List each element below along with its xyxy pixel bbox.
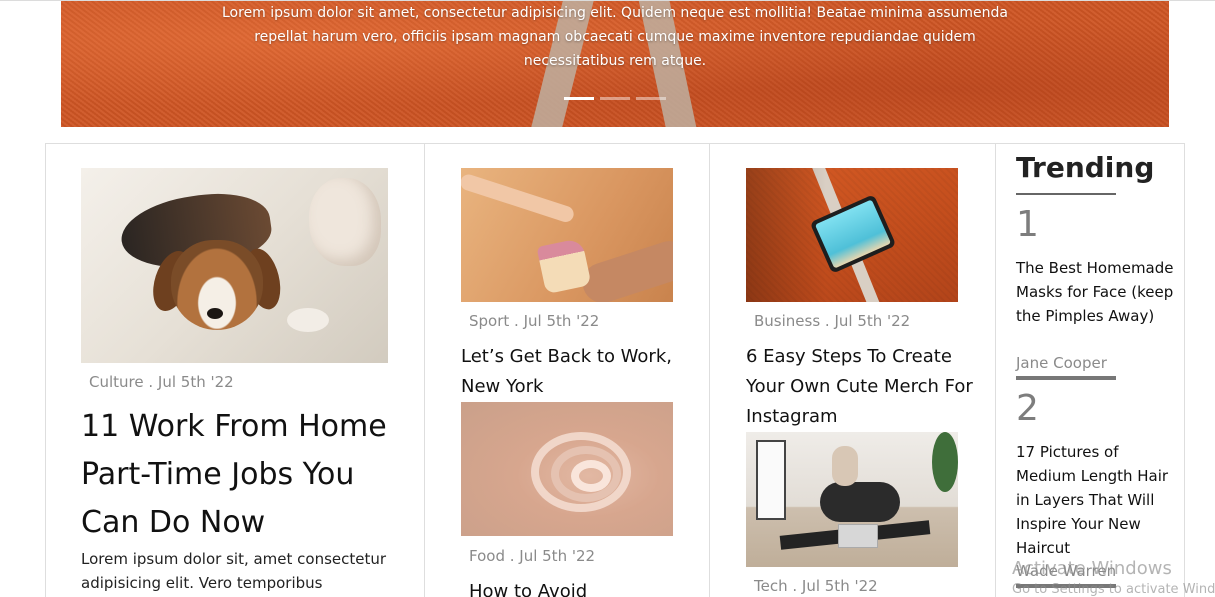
featured-post-image[interactable]	[81, 168, 388, 363]
post-meta-food: Food . Jul 5th '22	[469, 547, 596, 565]
slider-indicators	[564, 97, 666, 100]
slider-dot-3[interactable]	[636, 97, 666, 100]
post-image-business[interactable]	[746, 168, 958, 302]
trending-item-title[interactable]: 17 Pictures of Medium Length Hair in Lay…	[1016, 440, 1174, 560]
trending-heading-underline	[1016, 193, 1116, 195]
post-meta-business: Business . Jul 5th '22	[754, 312, 911, 330]
trending-item-title[interactable]: The Best Homemade Masks for Face (keep t…	[1016, 256, 1174, 328]
activate-windows-subtitle: Go to Settings to activate Windows.	[1012, 582, 1215, 597]
hero-caption: Lorem ipsum dolor sit amet, consectetur …	[222, 5, 1008, 69]
slider-dot-2[interactable]	[600, 97, 630, 100]
post-image-sport[interactable]	[461, 168, 673, 302]
grid-divider	[45, 143, 46, 597]
grid-divider	[995, 143, 996, 597]
post-meta-sport: Sport . Jul 5th '22	[469, 312, 600, 330]
post-title-sport[interactable]: Let’s Get Back to Work, New York	[461, 342, 681, 402]
trending-item-divider	[1016, 376, 1116, 380]
activate-windows-title: Activate Windows	[1012, 558, 1172, 579]
hero-slider[interactable]: Lorem ipsum dolor sit amet, consectetur …	[61, 1, 1169, 127]
trending-item-author[interactable]: Jane Cooper	[1016, 354, 1107, 372]
post-meta-tech: Tech . Jul 5th '22	[754, 577, 878, 595]
post-title-food[interactable]: How to Avoid	[469, 577, 689, 597]
post-title-business[interactable]: 6 Easy Steps To Create Your Own Cute Mer…	[746, 342, 976, 432]
post-image-tech[interactable]	[746, 432, 958, 567]
trending-heading: Trending	[1016, 151, 1155, 184]
grid-top-border	[45, 143, 1185, 144]
post-image-food[interactable]	[461, 402, 673, 536]
grid-divider	[424, 143, 425, 597]
featured-post-excerpt: Lorem ipsum dolor sit, amet consectetur …	[81, 550, 387, 592]
trending-rank: 1	[1016, 204, 1039, 245]
trending-rank: 2	[1016, 388, 1039, 429]
grid-divider	[709, 143, 710, 597]
grid-divider	[1184, 143, 1185, 597]
featured-post-meta: Culture . Jul 5th '22	[89, 373, 234, 391]
featured-post-title[interactable]: 11 Work From Home Part-Time Jobs You Can…	[81, 403, 401, 547]
slider-dot-1[interactable]	[564, 97, 594, 100]
